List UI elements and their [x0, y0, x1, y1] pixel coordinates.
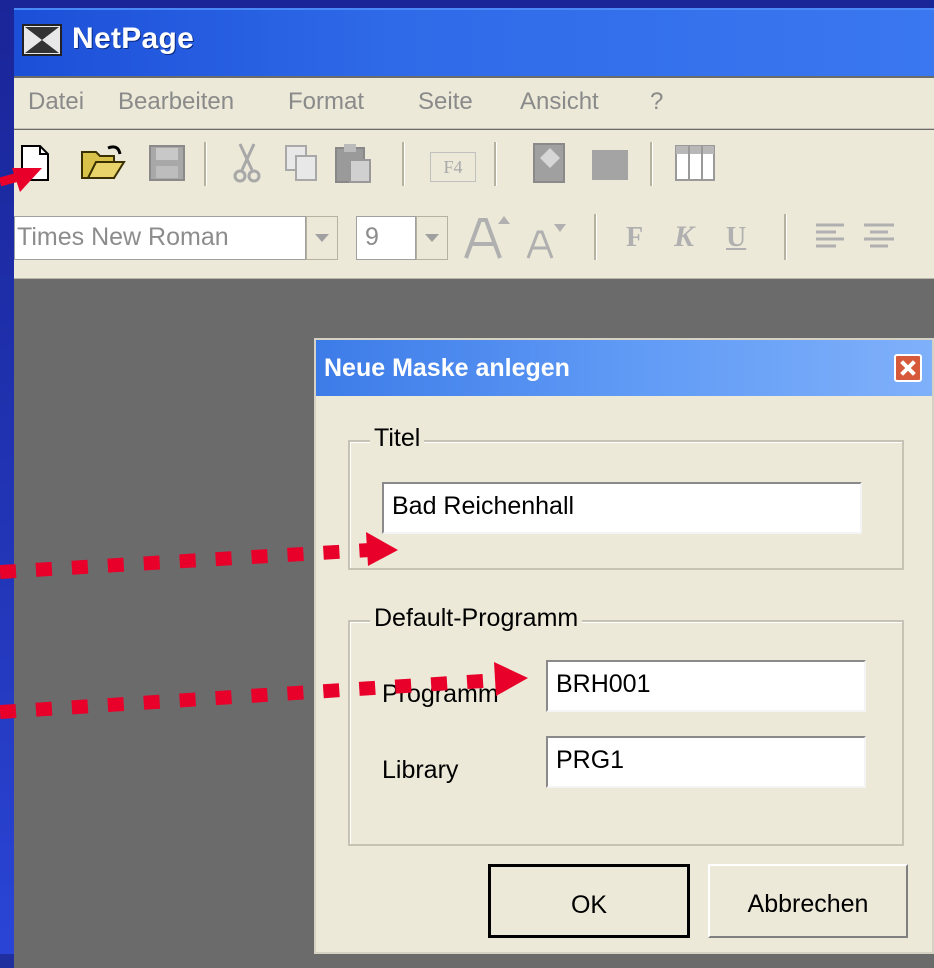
menu-bearbeiten[interactable]: Bearbeiten [118, 88, 234, 116]
font-shrink-icon[interactable] [524, 222, 566, 260]
standard-toolbar: F4 [14, 130, 934, 200]
toolbar-separator [204, 142, 207, 186]
library-label: Library [382, 756, 459, 784]
close-icon[interactable] [894, 354, 922, 382]
font-grow-icon[interactable] [462, 214, 512, 260]
title-group: Titel Bad Reichenhall [348, 424, 904, 570]
app-icon [22, 24, 62, 56]
cancel-button[interactable]: Abbrechen [708, 864, 908, 938]
default-program-legend: Default-Programm [370, 604, 583, 633]
italic-button[interactable]: K [674, 220, 694, 254]
title-group-legend: Titel [370, 424, 425, 453]
font-family-value: Times New Roman [17, 223, 229, 251]
ok-button[interactable]: OK [488, 864, 690, 938]
align-left-icon[interactable] [814, 222, 848, 252]
program-input[interactable]: BRH001 [546, 660, 866, 712]
app-title: NetPage [72, 22, 195, 55]
save-disk-icon[interactable] [148, 144, 186, 182]
title-input[interactable]: Bad Reichenhall [382, 482, 862, 534]
cut-scissors-icon[interactable] [232, 142, 262, 184]
toolbar-separator [784, 214, 787, 260]
font-dropdown-button[interactable] [306, 216, 338, 260]
format-toolbar: Times New Roman 9 F K U [14, 200, 934, 279]
bold-button[interactable]: F [626, 222, 643, 254]
library-input[interactable]: PRG1 [546, 736, 866, 788]
paste-clipboard-icon[interactable] [334, 142, 374, 184]
copy-icon[interactable] [284, 144, 320, 182]
menu-datei[interactable]: Datei [28, 88, 84, 116]
menu-format[interactable]: Format [288, 88, 364, 116]
page-properties-icon[interactable] [528, 140, 572, 186]
font-size-select[interactable]: 9 [356, 216, 416, 260]
program-input-value: BRH001 [556, 670, 651, 698]
cancel-button-label: Abbrechen [747, 890, 869, 918]
ok-button-label: OK [570, 891, 608, 919]
align-center-icon[interactable] [862, 222, 896, 252]
menu-ansicht[interactable]: Ansicht [520, 88, 599, 116]
table-icon[interactable] [674, 144, 716, 182]
title-bar: NetPage [14, 8, 934, 76]
font-size-value: 9 [365, 223, 379, 251]
menu-help[interactable]: ? [650, 88, 663, 116]
menu-seite[interactable]: Seite [418, 88, 473, 116]
new-mask-dialog: Neue Maske anlegen Titel Bad Reichenhall… [314, 338, 934, 954]
underline-button[interactable]: U [726, 222, 746, 254]
menu-bar: Datei Bearbeiten Format Seite Ansicht ? [14, 78, 934, 129]
dialog-title-bar: Neue Maske anlegen [316, 340, 932, 396]
title-input-value: Bad Reichenhall [392, 492, 575, 520]
dialog-title: Neue Maske anlegen [324, 354, 570, 382]
toolbar-separator [494, 142, 497, 186]
default-program-group: Default-Programm Programm BRH001 Library… [348, 604, 904, 846]
f4-key-button[interactable]: F4 [430, 152, 476, 182]
library-input-value: PRG1 [556, 746, 625, 774]
toolbar-separator [402, 142, 405, 186]
block-icon[interactable] [590, 148, 630, 182]
toolbar-separator [594, 214, 597, 260]
program-label: Programm [382, 680, 499, 708]
open-folder-icon[interactable] [80, 144, 126, 182]
toolbar-separator [650, 142, 653, 186]
new-document-icon[interactable] [20, 144, 50, 182]
size-dropdown-button[interactable] [416, 216, 448, 260]
font-family-select[interactable]: Times New Roman [14, 216, 306, 260]
